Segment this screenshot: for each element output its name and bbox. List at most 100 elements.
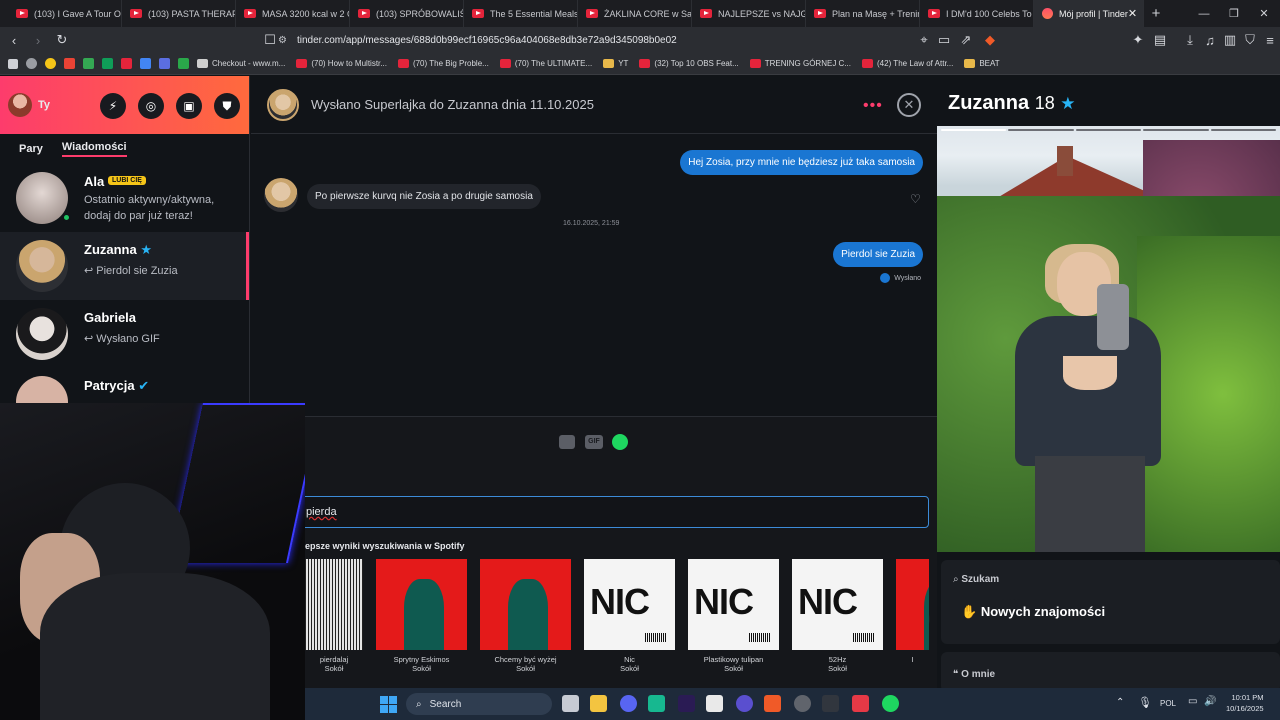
sheets-icon[interactable] [102,58,113,69]
match-item-ala[interactable]: Ala LUBI CIĘ Ostatnio aktywny/aktywna, d… [0,164,249,232]
browser-tab[interactable]: Plan na Masę + Trenin [806,0,920,27]
bookmark-item[interactable]: TRENING GÓRNEJ C... [749,59,851,68]
my-profile-label[interactable]: Ty [38,99,50,111]
sidebar-toggle-icon[interactable]: ▤ [1150,30,1170,50]
smile-icon[interactable] [45,58,56,69]
bookmark-item[interactable]: (70) The ULTIMATE... [499,59,592,68]
briefcase-icon[interactable]: ▣ [176,93,202,119]
premiere-icon[interactable] [678,695,695,712]
drive-icon[interactable] [83,58,94,69]
sticker-icon[interactable] [559,435,575,449]
chat-avatar[interactable] [267,88,299,121]
taskbar-search[interactable]: ⌕ Search [406,693,552,715]
app-circle-icon[interactable] [736,695,753,712]
bookmark-item[interactable]: YT [603,59,628,68]
bookmark-item[interactable]: BEAT [964,59,1000,68]
forward-icon[interactable]: › [28,30,48,50]
spotify-track[interactable]: Sprytny Eskimos Sokół [376,559,467,673]
bookmark-icon[interactable]: ☐ [260,30,280,50]
terminal-icon[interactable] [822,695,839,712]
new-tab-button[interactable]: + [1144,5,1168,22]
start-icon[interactable] [380,696,397,713]
extensions-icon[interactable]: ✦ [1128,30,1148,50]
youtube-icon [16,9,28,18]
bookmark-item[interactable]: Checkout - www.m... [197,59,285,68]
network-icon[interactable]: ▭ [1188,696,1197,707]
apps-icon[interactable] [8,58,18,69]
profile-photo[interactable] [937,126,1280,552]
reader-icon[interactable]: ▥ [1220,30,1240,50]
message-input-text: pierda [306,506,337,518]
bookmark-item[interactable]: (70) The Big Proble... [397,59,489,68]
browser-tab[interactable]: (103) SPRÓBOWALIŚM [350,0,464,27]
site-info-icon[interactable]: ⚙ [278,35,287,46]
spotify-app-icon[interactable] [882,695,899,712]
brave-app-icon[interactable] [764,695,781,712]
explore-icon[interactable]: ◎ [138,93,164,119]
tab-matches[interactable]: Pary [19,143,43,155]
youtube-icon[interactable] [121,58,132,69]
bookmark-item[interactable]: (70) How to Multistr... [296,59,387,68]
close-window-button[interactable]: ✕ [1246,0,1280,27]
vpn-icon[interactable]: ⛉ [1240,30,1260,50]
tray-chevron-icon[interactable]: ⌃ [1116,697,1124,708]
apple-icon[interactable] [26,58,37,69]
more-options-icon[interactable]: ••• [863,97,883,115]
bookmark-item[interactable]: (32) Top 10 OBS Feat... [639,59,739,68]
match-item-gabriela[interactable]: Gabriela ↩ Wysłano GIF [0,300,249,368]
browser-tab[interactable]: (103) PASTA THERAPY [122,0,236,27]
discord-icon[interactable] [159,58,170,69]
bookmark-label: (70) The Big Proble... [412,59,489,68]
gmail-icon[interactable] [64,58,75,69]
address-bar[interactable]: ⚙ tinder.com/app/messages/688d0b99ecf169… [278,30,1006,50]
browser-tab[interactable]: MASA 3200 kcal w 2 G [236,0,350,27]
spotify-track[interactable]: NIC 52Hz Sokół [792,559,883,673]
browser-tab[interactable]: The 5 Essential Meals E [464,0,578,27]
message-input[interactable]: pierda [291,496,929,528]
location-icon[interactable]: ⌖ [914,30,934,50]
d-icon[interactable] [178,58,189,69]
browser-tab[interactable]: Mój profil | Tinder ✕ [1034,0,1144,27]
clock[interactable]: 10:01 PM 10/16/2025 [1226,692,1264,714]
tab-messages[interactable]: Wiadomości [61,141,127,157]
cast-icon[interactable]: ▭ [934,30,954,50]
gif-icon[interactable]: GIF [585,435,603,449]
share-icon[interactable]: ⇗ [956,30,976,50]
browser-tab[interactable]: (103) I Gave A Tour Of H [8,0,122,27]
boost-icon[interactable]: ⚡ [100,93,126,119]
browser-tab[interactable]: NAJLEPSZE vs NAJGOR [692,0,806,27]
spotify-track[interactable]: NIC Plastikowy tulipan Sokół [688,559,779,673]
task-view-icon[interactable] [562,695,579,712]
app-red-icon[interactable] [852,695,869,712]
menu-icon[interactable]: ≡ [1260,30,1280,50]
browser-tab[interactable]: I DM'd 100 Celebs To S [920,0,1034,27]
close-tab-icon[interactable]: ✕ [1128,7,1137,20]
obs-icon[interactable] [794,695,811,712]
match-item-zuzanna[interactable]: Zuzanna ★ ↩ Pierdol sie Zuzia [0,232,249,300]
spotify-track[interactable]: Chcemy być wyżej Sokół [480,559,571,673]
safety-shield-icon[interactable]: ⛊ [214,93,240,119]
spotify-track[interactable]: pierdalaj Sokół [305,559,363,673]
brave-shield-icon[interactable]: ◆ [980,30,1000,50]
app-icon[interactable] [648,695,665,712]
spotify-track[interactable]: I [896,559,929,664]
language-indicator[interactable]: POL [1160,699,1176,708]
spotify-icon[interactable] [612,434,628,450]
docs-icon[interactable] [140,58,151,69]
bookmark-item[interactable]: (42) The Law of Attr... [862,59,953,68]
spotify-track[interactable]: NIC Nic Sokół [584,559,675,673]
media-icon[interactable]: ♫ [1200,30,1220,50]
capcut-icon[interactable] [706,695,723,712]
microphone-icon[interactable]: 🎙 [1138,696,1152,709]
browser-tab[interactable]: ŻAKLINA CORE w Sab [578,0,692,27]
my-avatar[interactable] [8,93,32,117]
track-title: Sprytny Eskimos [393,655,450,664]
downloads-icon[interactable]: ⤓ [1180,30,1200,50]
back-icon[interactable]: ‹ [4,30,24,50]
reload-icon[interactable]: ↻ [52,30,72,50]
file-explorer-icon[interactable] [590,695,607,712]
like-message-icon[interactable]: ♡ [910,192,921,206]
close-chat-icon[interactable]: ✕ [897,93,921,117]
volume-icon[interactable]: 🔊 [1204,696,1216,707]
discord-app-icon[interactable] [620,695,637,712]
